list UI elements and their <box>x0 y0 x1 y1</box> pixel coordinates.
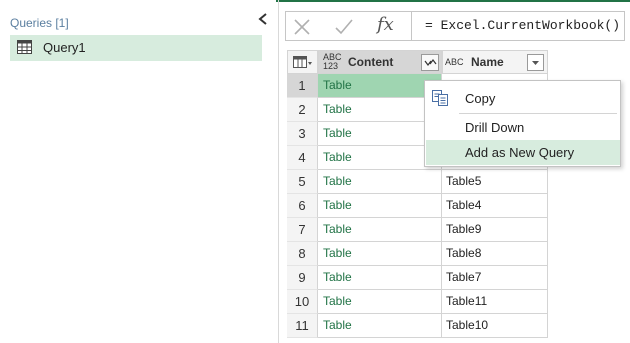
accept-formula-button[interactable] <box>334 17 354 37</box>
copy-icon <box>432 90 448 106</box>
column-header-content[interactable]: ABC 123 Content <box>318 50 442 74</box>
menu-item-add-as-new-query[interactable]: Add as New Query <box>426 140 620 165</box>
filter-dropdown-button[interactable] <box>527 54 544 71</box>
row-number: 11 <box>287 314 318 338</box>
row-number: 4 <box>287 146 318 170</box>
menu-item-label: Drill Down <box>465 120 525 135</box>
menu-separator <box>459 113 617 114</box>
expand-arrows-icon <box>424 59 437 66</box>
table-icon <box>17 40 32 54</box>
row-number: 8 <box>287 242 318 266</box>
content-cell[interactable]: Table <box>318 218 442 242</box>
query-label: Query1 <box>43 40 86 55</box>
queries-header: Queries [1] <box>10 16 69 30</box>
any-type-icon[interactable]: ABC 123 <box>323 53 345 73</box>
menu-item-copy[interactable]: Copy <box>426 84 620 112</box>
name-cell[interactable]: Table5 <box>442 170 548 194</box>
content-cell[interactable]: Table <box>318 170 442 194</box>
check-icon <box>335 19 353 35</box>
queries-pane: Queries [1] Query1 <box>0 0 276 343</box>
content-cell[interactable]: Table <box>318 314 442 338</box>
row-number: 10 <box>287 290 318 314</box>
name-cell[interactable]: Table4 <box>442 194 548 218</box>
menu-item-drill-down[interactable]: Drill Down <box>426 115 620 140</box>
text-type-glyph: ABC <box>445 57 464 67</box>
formula-separator <box>411 12 412 40</box>
formula-bar: fx = Excel.CurrentWorkbook() <box>285 11 625 41</box>
name-cell[interactable]: Table8 <box>442 242 548 266</box>
chevron-down-icon <box>532 61 539 65</box>
table-row[interactable]: 11 Table Table10 <box>287 314 548 338</box>
chevron-left-icon <box>258 13 267 25</box>
name-cell[interactable]: Table10 <box>442 314 548 338</box>
table-row[interactable]: 6 Table Table4 <box>287 194 548 218</box>
row-number: 1 <box>287 74 318 98</box>
table-row[interactable]: 7 Table Table9 <box>287 218 548 242</box>
insert-function-button[interactable]: fx <box>377 14 394 35</box>
column-label-content: Content <box>348 55 394 69</box>
name-cell[interactable]: Table9 <box>442 218 548 242</box>
name-cell[interactable]: Table7 <box>442 266 548 290</box>
expand-column-button[interactable] <box>421 54 439 71</box>
table-row[interactable]: 5 Table Table5 <box>287 170 548 194</box>
row-number: 5 <box>287 170 318 194</box>
menu-item-label: Add as New Query <box>465 145 575 160</box>
row-number: 9 <box>287 266 318 290</box>
column-header-name[interactable]: ABC Name <box>442 50 548 74</box>
row-number: 7 <box>287 218 318 242</box>
close-icon <box>294 19 310 35</box>
row-number: 6 <box>287 194 318 218</box>
row-number: 2 <box>287 98 318 122</box>
content-cell[interactable]: Table <box>318 194 442 218</box>
cancel-formula-button[interactable] <box>292 18 312 36</box>
row-number: 3 <box>287 122 318 146</box>
text-type-icon[interactable]: ABC <box>445 53 464 68</box>
pane-divider <box>278 0 279 343</box>
context-menu: Copy Drill Down Add as New Query <box>424 80 621 167</box>
table-menu-header <box>287 50 318 74</box>
formula-input[interactable]: = Excel.CurrentWorkbook() <box>425 18 620 33</box>
query-item-query1[interactable]: Query1 <box>10 35 262 61</box>
name-cell[interactable]: Table11 <box>442 290 548 314</box>
menu-item-label: Copy <box>465 91 496 106</box>
collapse-pane-button[interactable] <box>256 11 270 27</box>
content-cell[interactable]: Table <box>318 242 442 266</box>
table-menu-icon[interactable] <box>293 56 313 69</box>
table-row[interactable]: 8 Table Table8 <box>287 242 548 266</box>
content-cell[interactable]: Table <box>318 290 442 314</box>
table-row[interactable]: 10 Table Table11 <box>287 290 548 314</box>
content-cell[interactable]: Table <box>318 266 442 290</box>
table-row[interactable]: 9 Table Table7 <box>287 266 548 290</box>
column-label-name: Name <box>471 55 504 69</box>
